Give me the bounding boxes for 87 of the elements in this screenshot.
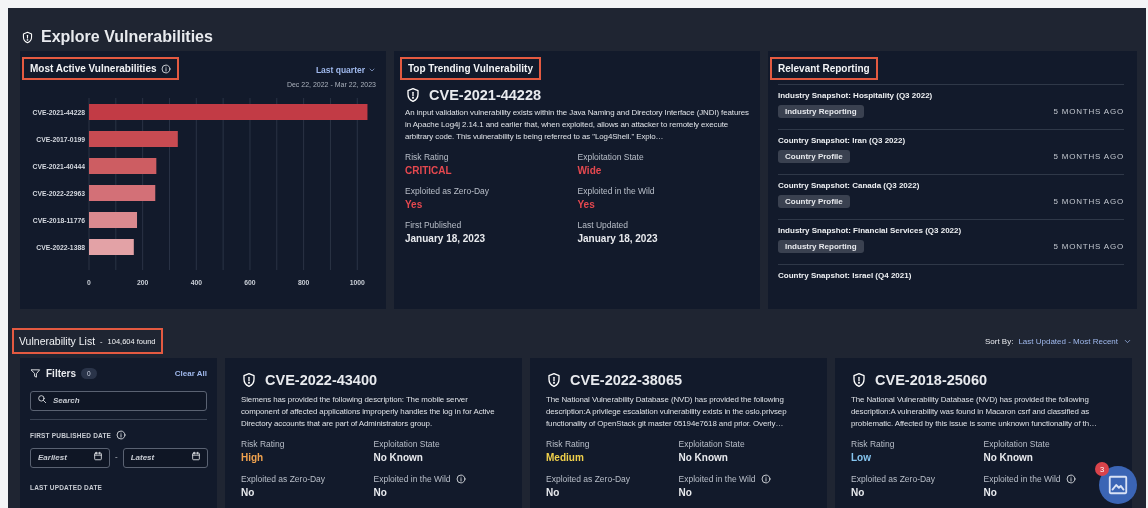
field-value: Medium — [546, 452, 584, 465]
tag-chip: Country Profile — [778, 150, 850, 163]
clear-all-link[interactable]: Clear All — [174, 369, 207, 378]
tag-chip: Industry Reporting — [778, 105, 864, 118]
search-icon — [37, 394, 47, 404]
image-icon — [1107, 474, 1129, 496]
cve-title[interactable]: CVE-2018-25060 — [875, 372, 988, 388]
report-title[interactable]: Industry Snapshot: Financial Services (Q3 2022) — [778, 226, 1124, 235]
info-icon — [160, 63, 171, 74]
bar — [89, 185, 156, 201]
field-value: January 18, 2023 — [405, 233, 486, 246]
field-label: Risk Rating — [405, 152, 449, 162]
timestamp: 5 MONTHS AGO — [1053, 242, 1124, 251]
field-value: No — [241, 487, 255, 500]
field-label: Exploited as Zero-Day — [546, 474, 631, 484]
field-label: Exploited in the Wild — [577, 186, 655, 196]
field-label: First Published — [405, 220, 462, 230]
field-value: Wide — [577, 165, 602, 178]
filter-icon — [30, 368, 41, 379]
field-value: No Known — [373, 452, 423, 465]
report-title[interactable]: Country Snapshot: Iran (Q3 2022) — [778, 136, 1124, 145]
report-title[interactable]: Industry Snapshot: Hospitality (Q3 2022) — [778, 91, 1124, 100]
field-value: No Known — [983, 452, 1033, 465]
heading-text: Most Active Vulnerabilities — [30, 63, 157, 74]
field-value: CRITICAL — [405, 165, 452, 178]
field-value: No Known — [678, 452, 728, 465]
info-icon — [116, 430, 127, 440]
heading-text: Relevant Reporting — [778, 63, 870, 74]
field-label: Risk Rating — [851, 439, 895, 449]
field-value: High — [241, 452, 264, 465]
field-value: No — [678, 487, 692, 500]
field-label: Exploited in the Wild — [678, 474, 756, 484]
date-field[interactable]: Latest — [122, 447, 208, 468]
field-value: No — [851, 487, 865, 500]
tag-chip: Industry Reporting — [778, 240, 864, 253]
field-label: Exploited as Zero-Day — [241, 474, 326, 484]
field-label: Risk Rating — [546, 439, 590, 449]
info-icon — [455, 474, 466, 484]
info-icon — [1065, 474, 1076, 484]
heading-text: Top Trending Vulnerability — [408, 63, 533, 74]
field-label: Exploited as Zero-Day — [405, 186, 490, 196]
report-title[interactable]: Country Snapshot: Israel (Q4 2021) — [778, 271, 1124, 280]
shield-icon — [851, 372, 867, 388]
info-icon — [760, 474, 771, 484]
field-label: Risk Rating — [241, 439, 285, 449]
cve-title[interactable]: CVE-2022-43400 — [265, 372, 378, 388]
field-value: No — [546, 487, 560, 500]
filters-title: Filters — [46, 368, 76, 379]
heading-text: Vulnerability List — [19, 335, 96, 347]
field-value: Yes — [577, 199, 595, 212]
page-title: Explore Vulnerabilities — [41, 28, 213, 46]
tag-chip: Country Profile — [778, 195, 850, 208]
shield-icon — [546, 372, 562, 388]
field-label: Exploited as Zero-Day — [851, 474, 936, 484]
field-label: Exploitation State — [678, 439, 745, 449]
range-dropdown[interactable]: Last quarter — [315, 65, 376, 75]
field-value: Low — [851, 452, 871, 465]
report-title[interactable]: Country Snapshot: Canada (Q3 2022) — [778, 181, 1124, 190]
chevron-icon — [368, 66, 376, 74]
sort-label: Sort By: — [984, 336, 1014, 346]
field-label: Exploitation State — [983, 439, 1050, 449]
bar — [89, 158, 157, 174]
shield-icon — [241, 372, 257, 388]
cve-title: CVE-2021-44228 — [429, 87, 542, 103]
field-label: Exploited in the Wild — [373, 474, 451, 484]
shield-icon — [405, 87, 421, 103]
date-field[interactable]: Earliest — [30, 447, 110, 468]
search-field[interactable]: Search — [30, 390, 207, 411]
sort-dropdown[interactable]: Last Updated - Most Recent — [1018, 336, 1132, 346]
calendar-icon — [190, 451, 201, 461]
field-value: No — [373, 487, 387, 500]
timestamp: 5 MONTHS AGO — [1053, 197, 1124, 206]
date-separator: - — [115, 451, 118, 461]
field-value: January 18, 2023 — [577, 233, 658, 246]
field-value: Yes — [405, 199, 423, 212]
cve-title[interactable]: CVE-2022-38065 — [570, 372, 683, 388]
calendar-icon — [93, 451, 103, 461]
field-label: Exploitation State — [577, 152, 644, 162]
shield-icon — [21, 30, 34, 44]
field-label: Last Updated — [577, 220, 629, 230]
bar — [89, 239, 134, 255]
timestamp: 5 MONTHS AGO — [1053, 107, 1124, 116]
bar — [89, 212, 137, 228]
field-value: No — [983, 487, 997, 500]
field-label: Exploited in the Wild — [983, 474, 1061, 484]
timestamp: 5 MONTHS AGO — [1053, 152, 1124, 161]
field-label: Exploitation State — [373, 439, 440, 449]
